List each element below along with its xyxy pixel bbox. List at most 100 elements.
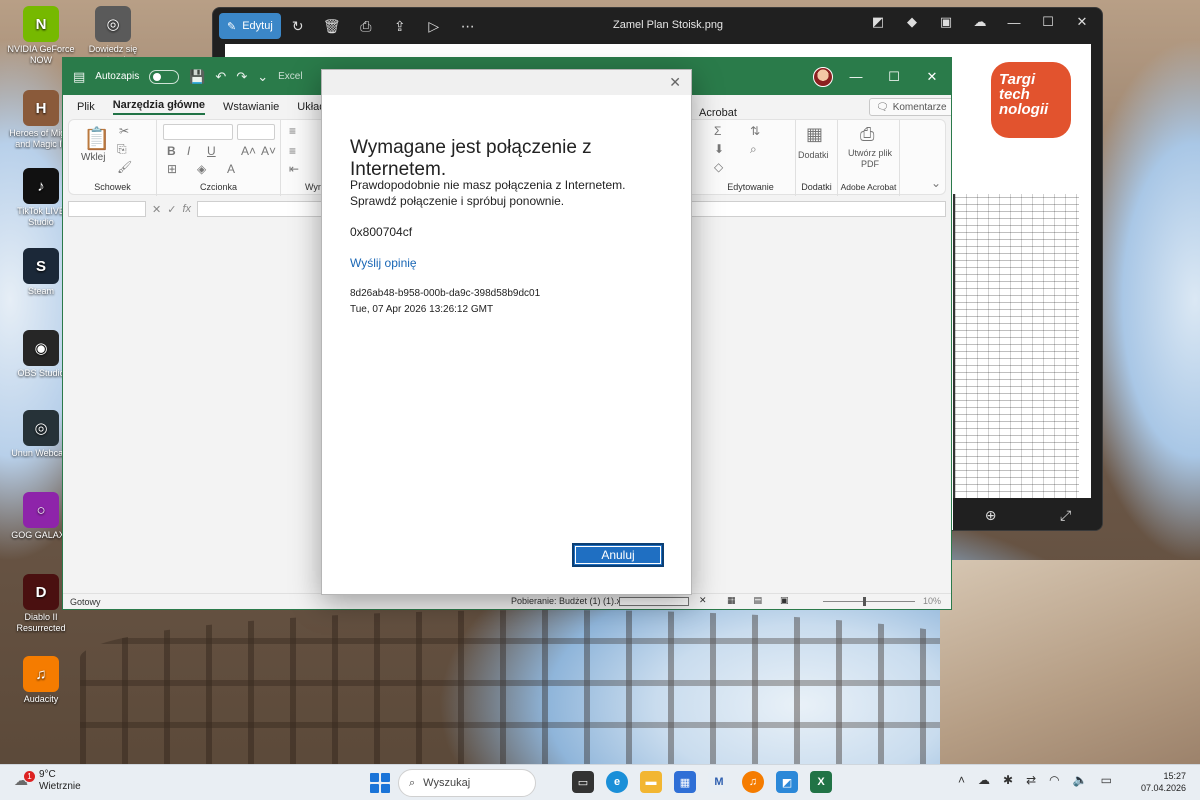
photos-icon[interactable]: ◩: [776, 771, 798, 793]
search-box[interactable]: ⌕ Wyszukaj: [398, 769, 536, 797]
comments-label: Komentarze: [892, 101, 947, 113]
normal-view-icon[interactable]: ▦: [727, 595, 736, 606]
page-layout-view-icon[interactable]: ▤: [754, 595, 763, 606]
font-size-select[interactable]: [237, 124, 275, 140]
align-left-icon[interactable]: ≡: [289, 144, 296, 158]
network-icon[interactable]: ⇄: [1026, 773, 1036, 787]
app-icon: ◎: [95, 6, 131, 42]
pdf-icon[interactable]: ⎙: [860, 124, 874, 145]
grow-font-icon[interactable]: A˄: [241, 144, 256, 158]
fill-color-icon[interactable]: ◈: [197, 162, 206, 176]
edge-icon[interactable]: e: [606, 771, 628, 793]
zoom-slider[interactable]: [823, 597, 915, 606]
insert-function-icon[interactable]: fx: [182, 203, 191, 215]
cancel-formula-icon[interactable]: ✕: [152, 203, 161, 216]
cancel-button[interactable]: Anuluj: [572, 543, 664, 567]
share-icon[interactable]: ⇪: [383, 18, 417, 35]
create-pdf-button[interactable]: Utwórz plik PDF: [844, 148, 896, 170]
audacity-icon[interactable]: ♫: [742, 771, 764, 793]
system-tray: ˄ ☁ ✱ ⇄ ◠ 🔈 ▭: [958, 773, 1112, 787]
cancel-download-icon[interactable]: ✕: [699, 595, 707, 606]
fullscreen-icon[interactable]: ⤢: [1060, 507, 1071, 524]
tab-file[interactable]: Plik: [77, 101, 95, 113]
app-icon: ♫: [23, 656, 59, 692]
copilot-icon[interactable]: ◆: [898, 14, 926, 30]
clipchamp-icon[interactable]: ▣: [932, 14, 960, 30]
shrink-font-icon[interactable]: A˅: [261, 144, 276, 158]
zoom-in-icon[interactable]: ⊕: [985, 507, 997, 524]
delete-icon[interactable]: 🗑: [315, 18, 349, 35]
confirm-formula-icon[interactable]: ✓: [167, 203, 176, 216]
app-icon: ◎: [23, 410, 59, 446]
font-group-label: Czcionka: [199, 182, 237, 192]
borders-icon[interactable]: ⊞: [167, 162, 177, 176]
rotate-icon[interactable]: ↻: [281, 18, 315, 35]
task-view-icon[interactable]: ▭: [572, 771, 594, 793]
dialog-title: Wymagane jest połączenie z Internetem.: [350, 137, 592, 180]
tab-home[interactable]: Narzędzia główne: [112, 99, 206, 115]
autosave-toggle[interactable]: [149, 69, 180, 84]
maximize-icon[interactable]: ☐: [875, 58, 913, 95]
minimize-icon[interactable]: —: [837, 58, 875, 95]
file-explorer-icon[interactable]: ▬: [640, 771, 662, 793]
more-icon[interactable]: ⋯: [451, 18, 485, 35]
bold-icon[interactable]: B: [167, 144, 176, 158]
undo-icon[interactable]: ↶: [215, 69, 226, 85]
addins-icon[interactable]: ▦: [806, 124, 823, 145]
cloud-sync-icon[interactable]: ☁: [978, 773, 990, 787]
fill-icon[interactable]: ⬇: [714, 142, 724, 156]
underline-icon[interactable]: U: [207, 144, 216, 158]
comments-button[interactable]: 🗨 Komentarze: [869, 98, 951, 116]
battery-icon[interactable]: ▭: [1101, 773, 1112, 787]
comment-icon: 🗨: [876, 101, 889, 113]
monitor-app-icon[interactable]: M: [708, 771, 730, 793]
minimize-icon[interactable]: —: [1000, 15, 1028, 30]
view-buttons: ▦ ▤ ▣: [727, 595, 789, 606]
paste-icon[interactable]: 📋: [83, 126, 110, 152]
excel-icon[interactable]: X: [810, 771, 832, 793]
collapse-ribbon-icon[interactable]: ⌄: [931, 176, 941, 190]
slideshow-icon[interactable]: ▷: [417, 18, 451, 35]
sort-filter-icon[interactable]: ⇅: [750, 124, 760, 138]
font-name-select[interactable]: [163, 124, 233, 140]
close-icon[interactable]: ✕: [669, 74, 681, 91]
autosum-icon[interactable]: Σ: [714, 124, 721, 138]
addins-group-label: Dodatki: [801, 182, 832, 192]
clock[interactable]: 15:27 07.04.2026: [1130, 770, 1186, 794]
designer-icon[interactable]: ◩: [864, 14, 892, 30]
start-button[interactable]: [370, 773, 390, 793]
close-icon[interactable]: ✕: [1068, 14, 1096, 30]
volume-icon[interactable]: 🔈: [1073, 773, 1088, 787]
weather-widget[interactable]: ☁ 1 9°C Wietrznie: [14, 769, 81, 793]
maximize-icon[interactable]: ☐: [1034, 14, 1062, 30]
addins-button[interactable]: Dodatki: [798, 150, 829, 160]
cut-icon[interactable]: ✂: [119, 124, 129, 138]
store-icon[interactable]: ▦: [674, 771, 696, 793]
format-painter-icon[interactable]: 🖌: [117, 160, 132, 174]
redo-icon[interactable]: ↷: [236, 69, 247, 85]
italic-icon[interactable]: I: [187, 144, 190, 158]
tab-insert[interactable]: Wstawianie: [223, 101, 279, 113]
send-feedback-link[interactable]: Wyślij opinię: [350, 256, 417, 270]
copy-icon[interactable]: ⎘: [117, 142, 127, 157]
bluetooth-icon[interactable]: ✱: [1003, 773, 1013, 787]
customize-qat-icon[interactable]: ⌄: [257, 69, 268, 85]
close-icon[interactable]: ✕: [913, 58, 951, 95]
desktop-icon[interactable]: ♫ Audacity: [6, 656, 76, 716]
print-icon[interactable]: ⎙: [349, 18, 383, 35]
user-avatar[interactable]: [813, 67, 833, 87]
edit-button[interactable]: ✎ Edytuj: [219, 13, 281, 39]
paste-label[interactable]: Wklej: [81, 152, 105, 163]
find-icon[interactable]: ⌕: [750, 142, 757, 157]
page-break-view-icon[interactable]: ▣: [780, 595, 789, 606]
indent-icon[interactable]: ⇤: [289, 162, 299, 176]
app-icon: D: [23, 574, 59, 610]
save-icon[interactable]: 💾: [189, 69, 205, 85]
onedrive-icon[interactable]: ☁: [966, 14, 994, 30]
name-box[interactable]: [68, 201, 146, 217]
clear-icon[interactable]: ◇: [714, 160, 723, 174]
wifi-icon[interactable]: ◠: [1049, 773, 1059, 787]
font-color-icon[interactable]: A: [227, 162, 235, 176]
align-top-icon[interactable]: ≡: [289, 124, 296, 138]
chevron-up-icon[interactable]: ˄: [958, 773, 965, 787]
